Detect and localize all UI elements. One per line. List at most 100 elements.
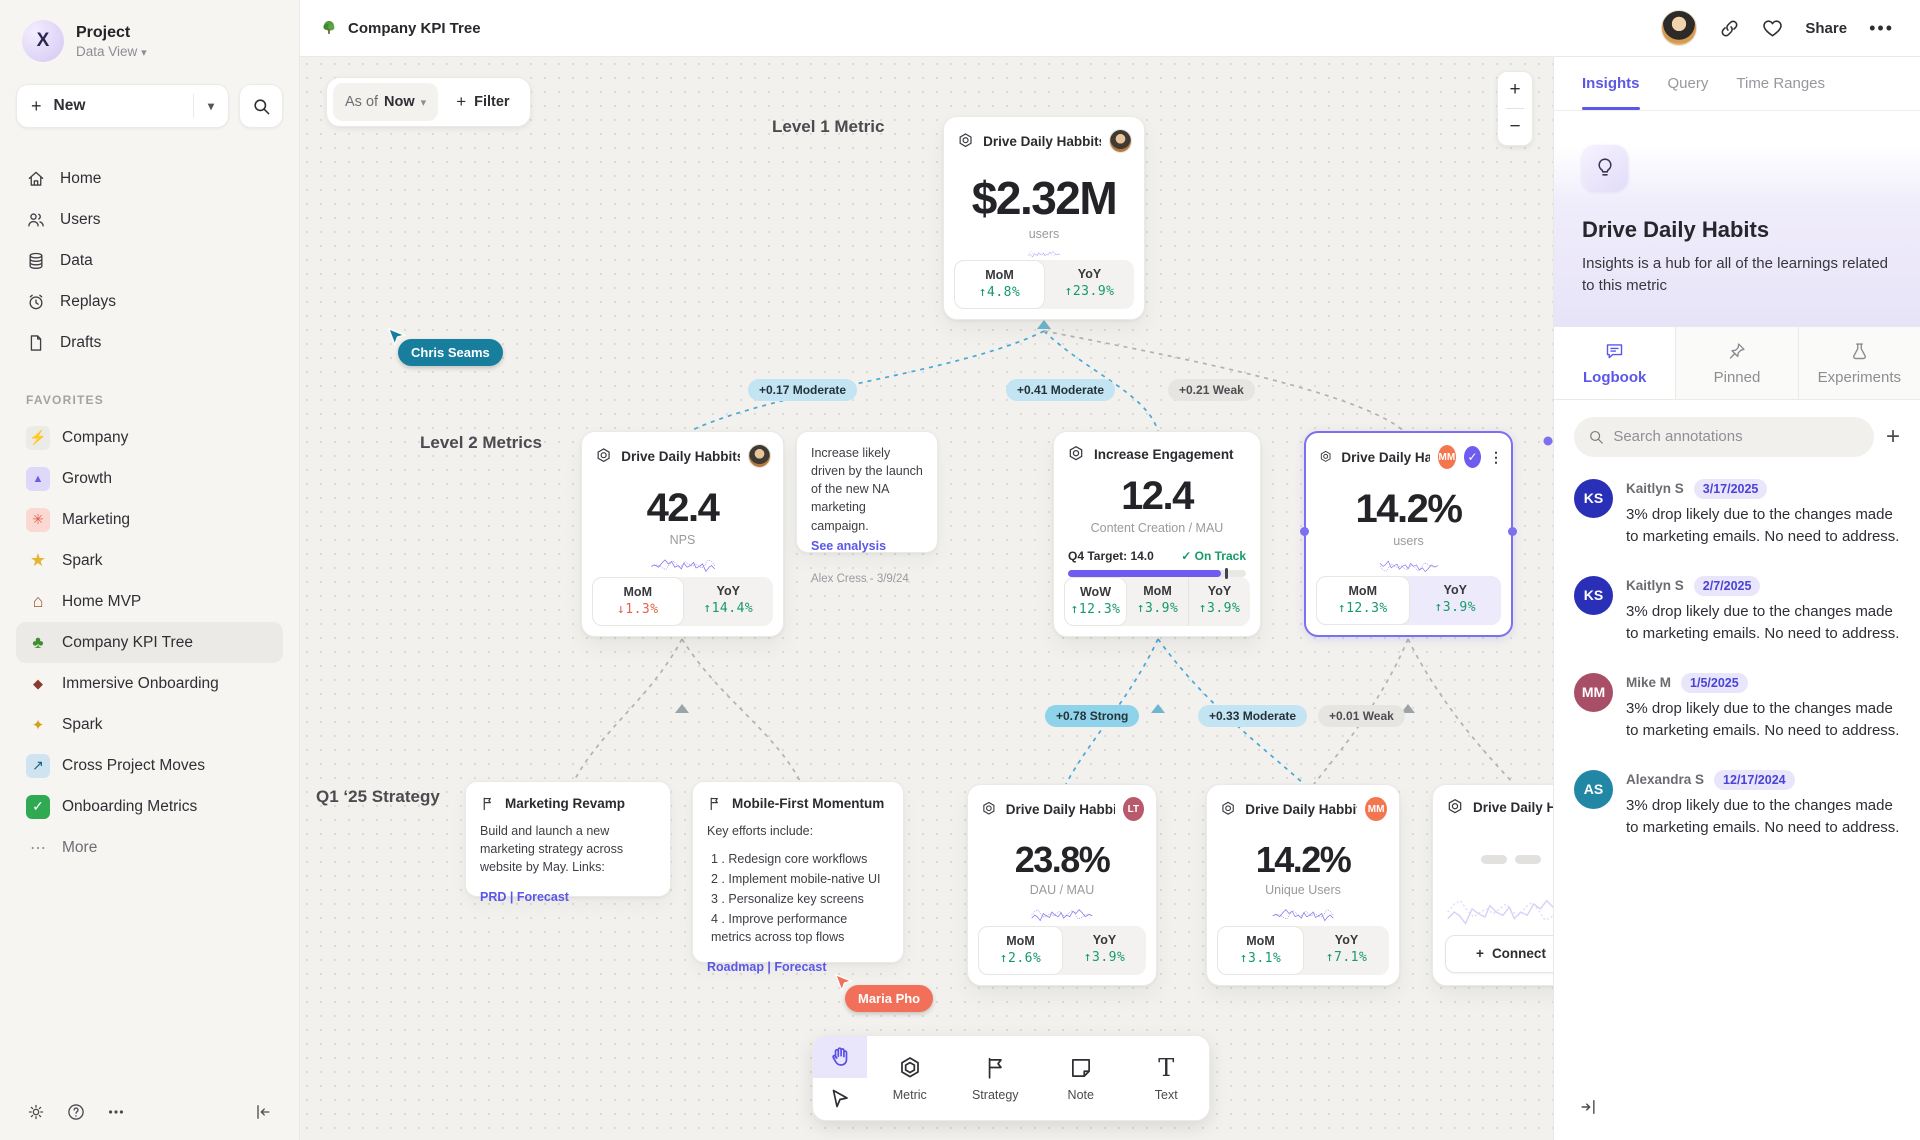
sidebar-item-replays[interactable]: Replays: [16, 281, 283, 322]
canvas-note-analysis[interactable]: Increase likely driven by the launch of …: [796, 431, 938, 553]
tab-query[interactable]: Query: [1668, 57, 1709, 110]
tab-experiments[interactable]: Experiments: [1798, 327, 1920, 399]
sidebar-item-users[interactable]: Users: [16, 199, 283, 240]
owner-avatar[interactable]: [1109, 129, 1132, 153]
sidebar-search-button[interactable]: [239, 84, 283, 128]
overflow-menu-icon[interactable]: •••: [1869, 18, 1894, 39]
connect-button[interactable]: + Connect: [1445, 935, 1553, 973]
sidebar-item-home[interactable]: Home: [16, 158, 283, 199]
share-button[interactable]: Share: [1805, 20, 1847, 37]
insights-description: Insights is a hub for all of the learnin…: [1582, 253, 1892, 297]
stat-yoy[interactable]: YoY ↑3.9%: [1063, 926, 1146, 975]
metric-card-unconnected[interactable]: Drive Daily Hab + Connect: [1432, 784, 1553, 986]
zoom-in-button[interactable]: +: [1498, 72, 1532, 108]
copy-link-icon[interactable]: [1719, 18, 1740, 39]
annotation-item[interactable]: AS Alexandra S 12/17/2024 3% drop likely…: [1574, 770, 1900, 840]
stat-mom[interactable]: MoM ↑3.1%: [1217, 926, 1304, 975]
annotation-item[interactable]: MM Mike M 1/5/2025 3% drop likely due to…: [1574, 673, 1900, 743]
metric-card-drive-daily-habbits-selected[interactable]: Drive Daily Habb.. MM ✓ ⋮ 14.2% users Mo…: [1304, 431, 1513, 637]
annotation-item[interactable]: KS Kaitlyn S 2/7/2025 3% drop likely due…: [1574, 576, 1900, 646]
search-annotations-input[interactable]: [1613, 428, 1860, 445]
annotation-date-badge[interactable]: 1/5/2025: [1681, 673, 1748, 693]
note-links[interactable]: PRD | Forecast: [480, 888, 656, 906]
sidebar-item-data[interactable]: Data: [16, 240, 283, 281]
tab-pinned[interactable]: Pinned: [1675, 327, 1797, 399]
metric-card-drive-daily-habbits-nps[interactable]: Drive Daily Habbits 42.4 NPS MoM ↓1.3% Y…: [581, 431, 784, 637]
collaborator-badge[interactable]: MM: [1365, 797, 1387, 821]
asof-dropdown[interactable]: As of Now ▾: [333, 83, 438, 121]
sidebar-item-company-kpi-tree[interactable]: ♣ Company KPI Tree: [16, 622, 283, 663]
annotation-date-badge[interactable]: 2/7/2025: [1694, 576, 1761, 596]
annotation-date-badge[interactable]: 12/17/2024: [1714, 770, 1795, 790]
sidebar-item-spark-2[interactable]: ✦ Spark: [16, 704, 283, 745]
sidebar-item-marketing[interactable]: ✳ Marketing: [16, 499, 283, 540]
annotation-search[interactable]: [1574, 417, 1874, 457]
resize-handle[interactable]: [1300, 527, 1309, 536]
collaborator-badge[interactable]: MM: [1438, 445, 1456, 469]
see-analysis-link[interactable]: See analysis: [811, 537, 923, 555]
metric-tool-button[interactable]: Metric: [867, 1036, 953, 1120]
sidebar-item-growth[interactable]: ▲ Growth: [16, 458, 283, 499]
note-links[interactable]: Roadmap | Forecast: [707, 958, 889, 976]
sidebar-item-company[interactable]: ⚡ Company: [16, 417, 283, 458]
sidebar-item-more[interactable]: ⋯ More: [16, 827, 283, 868]
favorite-heart-icon[interactable]: [1762, 18, 1783, 39]
collaborator-badge[interactable]: LT: [1123, 797, 1144, 821]
owner-avatar[interactable]: [748, 444, 771, 468]
metric-card-increase-engagement[interactable]: Increase Engagement 12.4 Content Creatio…: [1053, 431, 1261, 637]
text-tool-button[interactable]: T Text: [1124, 1036, 1210, 1120]
stat-yoy[interactable]: YoY ↑7.1%: [1304, 926, 1389, 975]
project-switcher[interactable]: X Project Data View ▾: [16, 20, 283, 62]
zoom-out-button[interactable]: −: [1498, 109, 1532, 145]
sidebar-item-home-mvp[interactable]: ⌂ Home MVP: [16, 581, 283, 622]
settings-gear-icon[interactable]: [26, 1102, 46, 1122]
stat-wow[interactable]: WoW ↑12.3%: [1064, 577, 1127, 626]
kpi-tree-canvas[interactable]: As of Now ▾ + Filter + − Level 1 Metric …: [300, 57, 1553, 1140]
sidebar-item-onboarding-metrics[interactable]: ✓ Onboarding Metrics: [16, 786, 283, 827]
stat-mom[interactable]: MoM ↑3.9%: [1127, 577, 1188, 626]
note-byline: Alex Cress - 3/9/24: [811, 571, 923, 588]
collapse-panel-icon[interactable]: [1578, 1097, 1598, 1117]
strategy-note-mobile-first-momentum[interactable]: Mobile-First Momentum Key efforts includ…: [692, 781, 904, 963]
chevron-down-icon: ▾: [421, 96, 427, 109]
stat-yoy[interactable]: YoY ↑3.9%: [1188, 577, 1250, 626]
stat-yoy[interactable]: YoY ↑23.9%: [1045, 260, 1134, 309]
stat-yoy[interactable]: YoY ↑3.9%: [1410, 576, 1502, 625]
annotation-item[interactable]: KS Kaitlyn S 3/17/2025 3% drop likely du…: [1574, 479, 1900, 549]
sidebar-item-cross-project-moves[interactable]: ↗ Cross Project Moves: [16, 745, 283, 786]
annotation-date-badge[interactable]: 3/17/2025: [1694, 479, 1768, 499]
add-filter-button[interactable]: + Filter: [442, 92, 523, 112]
collapse-anchor[interactable]: [1151, 704, 1165, 713]
more-options-icon[interactable]: [106, 1102, 126, 1122]
metric-card-unique-users[interactable]: Drive Daily Habbits MM 14.2% Unique User…: [1206, 784, 1400, 986]
stat-mom[interactable]: MoM ↑2.6%: [978, 926, 1063, 975]
collapse-sidebar-icon[interactable]: [253, 1102, 273, 1122]
sidebar-item-immersive-onboarding[interactable]: ◆ Immersive Onboarding: [16, 663, 283, 704]
strategy-note-marketing-revamp[interactable]: Marketing Revamp Build and launch a new …: [465, 781, 671, 897]
strategy-tool-button[interactable]: Strategy: [953, 1036, 1039, 1120]
select-tool-button[interactable]: [813, 1078, 867, 1120]
hand-tool-button[interactable]: [813, 1036, 867, 1078]
help-icon[interactable]: [66, 1102, 86, 1122]
stat-mom[interactable]: MoM ↑4.8%: [954, 260, 1045, 309]
new-dropdown-chevron[interactable]: ▾: [193, 94, 214, 118]
tab-logbook[interactable]: Logbook: [1554, 327, 1675, 399]
current-user-avatar[interactable]: [1661, 10, 1697, 46]
resize-handle[interactable]: [1508, 527, 1517, 536]
metric-card-dau-mau[interactable]: Drive Daily Habbits LT 23.8% DAU / MAU M…: [967, 784, 1157, 986]
metric-card-drive-daily-habbits-l1[interactable]: Drive Daily Habbits $2.32M users MoM ↑4.…: [943, 116, 1145, 320]
collapse-anchor[interactable]: [1037, 320, 1051, 329]
stat-mom[interactable]: MoM ↓1.3%: [592, 577, 684, 626]
sidebar-item-drafts[interactable]: Drafts: [16, 322, 283, 363]
collapse-anchor[interactable]: [675, 704, 689, 713]
tab-time-ranges[interactable]: Time Ranges: [1736, 57, 1825, 110]
stat-mom[interactable]: MoM ↑12.3%: [1316, 576, 1410, 625]
note-tool-button[interactable]: Note: [1038, 1036, 1124, 1120]
workspace-selector[interactable]: Data View ▾: [76, 44, 147, 59]
sidebar-item-spark[interactable]: ★ Spark: [16, 540, 283, 581]
tab-insights[interactable]: Insights: [1582, 57, 1640, 110]
stat-yoy[interactable]: YoY ↑14.4%: [684, 577, 774, 626]
card-menu-icon[interactable]: ⋮: [1489, 454, 1499, 461]
new-button[interactable]: + New ▾: [16, 84, 229, 128]
add-annotation-button[interactable]: +: [1886, 425, 1900, 449]
